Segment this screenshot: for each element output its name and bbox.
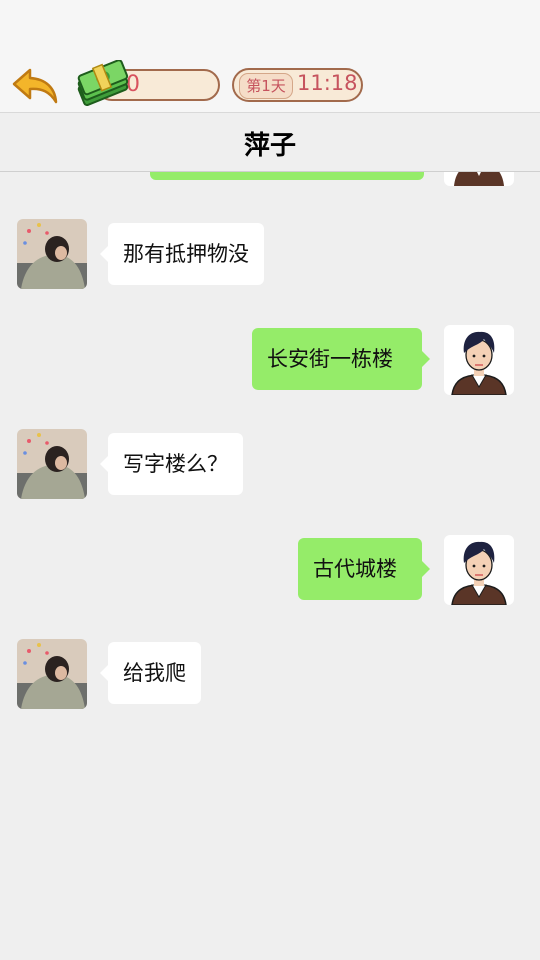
- chat-area[interactable]: 那有抵押物没 长安街一栋楼 写字楼么？ 古代城楼 给我爬: [0, 172, 540, 960]
- money-counter: 0: [72, 60, 222, 106]
- girl-photo-avatar-icon: [17, 639, 87, 709]
- man-avatar-icon: [444, 172, 514, 186]
- my-avatar[interactable]: [444, 535, 514, 605]
- clock-time: 11:18: [297, 71, 358, 95]
- day-time-display: 第1天 11:18: [232, 68, 363, 102]
- my-avatar[interactable]: [444, 325, 514, 395]
- top-hud: 0 第1天 11:18: [0, 0, 540, 112]
- message-bubble-outgoing: 古代城楼: [298, 538, 430, 600]
- message-bubble-incoming: 给我爬: [100, 642, 201, 704]
- message-bubble-incoming: 写字楼么？: [100, 433, 243, 495]
- message-bubble-previous: [150, 172, 424, 180]
- girl-photo-avatar-icon: [17, 219, 87, 289]
- contact-avatar[interactable]: [17, 429, 87, 499]
- man-avatar-icon: [444, 535, 514, 605]
- contact-avatar[interactable]: [17, 219, 87, 289]
- man-avatar-icon: [444, 325, 514, 395]
- message-bubble-outgoing: 长安街一栋楼: [252, 328, 430, 390]
- contact-avatar[interactable]: [17, 639, 87, 709]
- chat-title: 萍子: [243, 131, 296, 161]
- message-bubble-incoming: 那有抵押物没: [100, 223, 264, 285]
- chat-title-bar: 萍子: [0, 112, 540, 172]
- girl-photo-avatar-icon: [17, 429, 87, 499]
- day-label: 第1天: [239, 73, 293, 99]
- back-arrow-icon[interactable]: [10, 66, 60, 106]
- cash-stack-icon: [77, 60, 129, 106]
- my-avatar[interactable]: [444, 172, 514, 186]
